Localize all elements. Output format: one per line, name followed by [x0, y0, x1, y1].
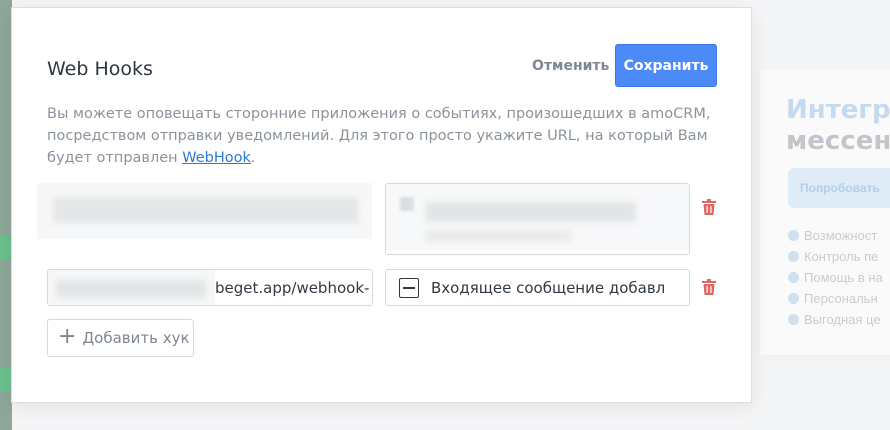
redacted-area: [53, 197, 358, 223]
trash-icon[interactable]: [702, 279, 716, 295]
promo-feature: Помощь в на: [788, 267, 883, 288]
check-circle-icon: [788, 314, 799, 325]
hook-url-value: beget.app/webhook-: [215, 279, 370, 297]
check-circle-icon: [788, 272, 799, 283]
redacted-area: [48, 270, 215, 305]
webhook-link[interactable]: WebHook: [182, 150, 251, 166]
trash-icon[interactable]: [702, 199, 716, 215]
background-promo-card: Интегра мессен Попробовать Возможност Ко…: [760, 70, 890, 355]
check-circle-icon: [788, 251, 799, 262]
promo-feature: Возможност: [788, 225, 883, 246]
webhooks-modal: Web Hooks Отменить Сохранить Вы можете о…: [11, 7, 752, 403]
redacted-area: [386, 184, 689, 250]
modal-description: Вы можете оповещать сторонние приложения…: [47, 106, 711, 166]
promo-feature: Выгодная це: [788, 309, 883, 330]
minus-checkbox-icon[interactable]: [399, 278, 419, 298]
promo-heading: Интегра: [786, 95, 890, 125]
add-hook-label: Добавить хук: [82, 329, 190, 347]
add-hook-button[interactable]: + Добавить хук: [47, 319, 194, 357]
hook-url-input[interactable]: beget.app/webhook-: [47, 269, 373, 306]
modal-title: Web Hooks: [47, 58, 153, 80]
plus-icon: +: [58, 324, 77, 349]
cancel-button[interactable]: Отменить: [532, 58, 609, 74]
hook-url-input-redacted[interactable]: [37, 183, 372, 239]
check-circle-icon: [788, 230, 799, 241]
promo-feature: Контроль пе: [788, 246, 883, 267]
promo-try-button: Попробовать: [788, 168, 890, 208]
promo-heading: мессен: [786, 126, 890, 156]
hook-event-value: Входящее сообщение добавл: [431, 279, 666, 297]
hook-event-select[interactable]: Входящее сообщение добавл: [385, 269, 690, 306]
promo-feature: Персональн: [788, 288, 883, 309]
hook-event-select-redacted[interactable]: [385, 183, 690, 255]
check-circle-icon: [788, 293, 799, 304]
promo-feature-list: Возможност Контроль пе Помощь в на Персо…: [788, 225, 883, 330]
save-button[interactable]: Сохранить: [615, 44, 717, 87]
